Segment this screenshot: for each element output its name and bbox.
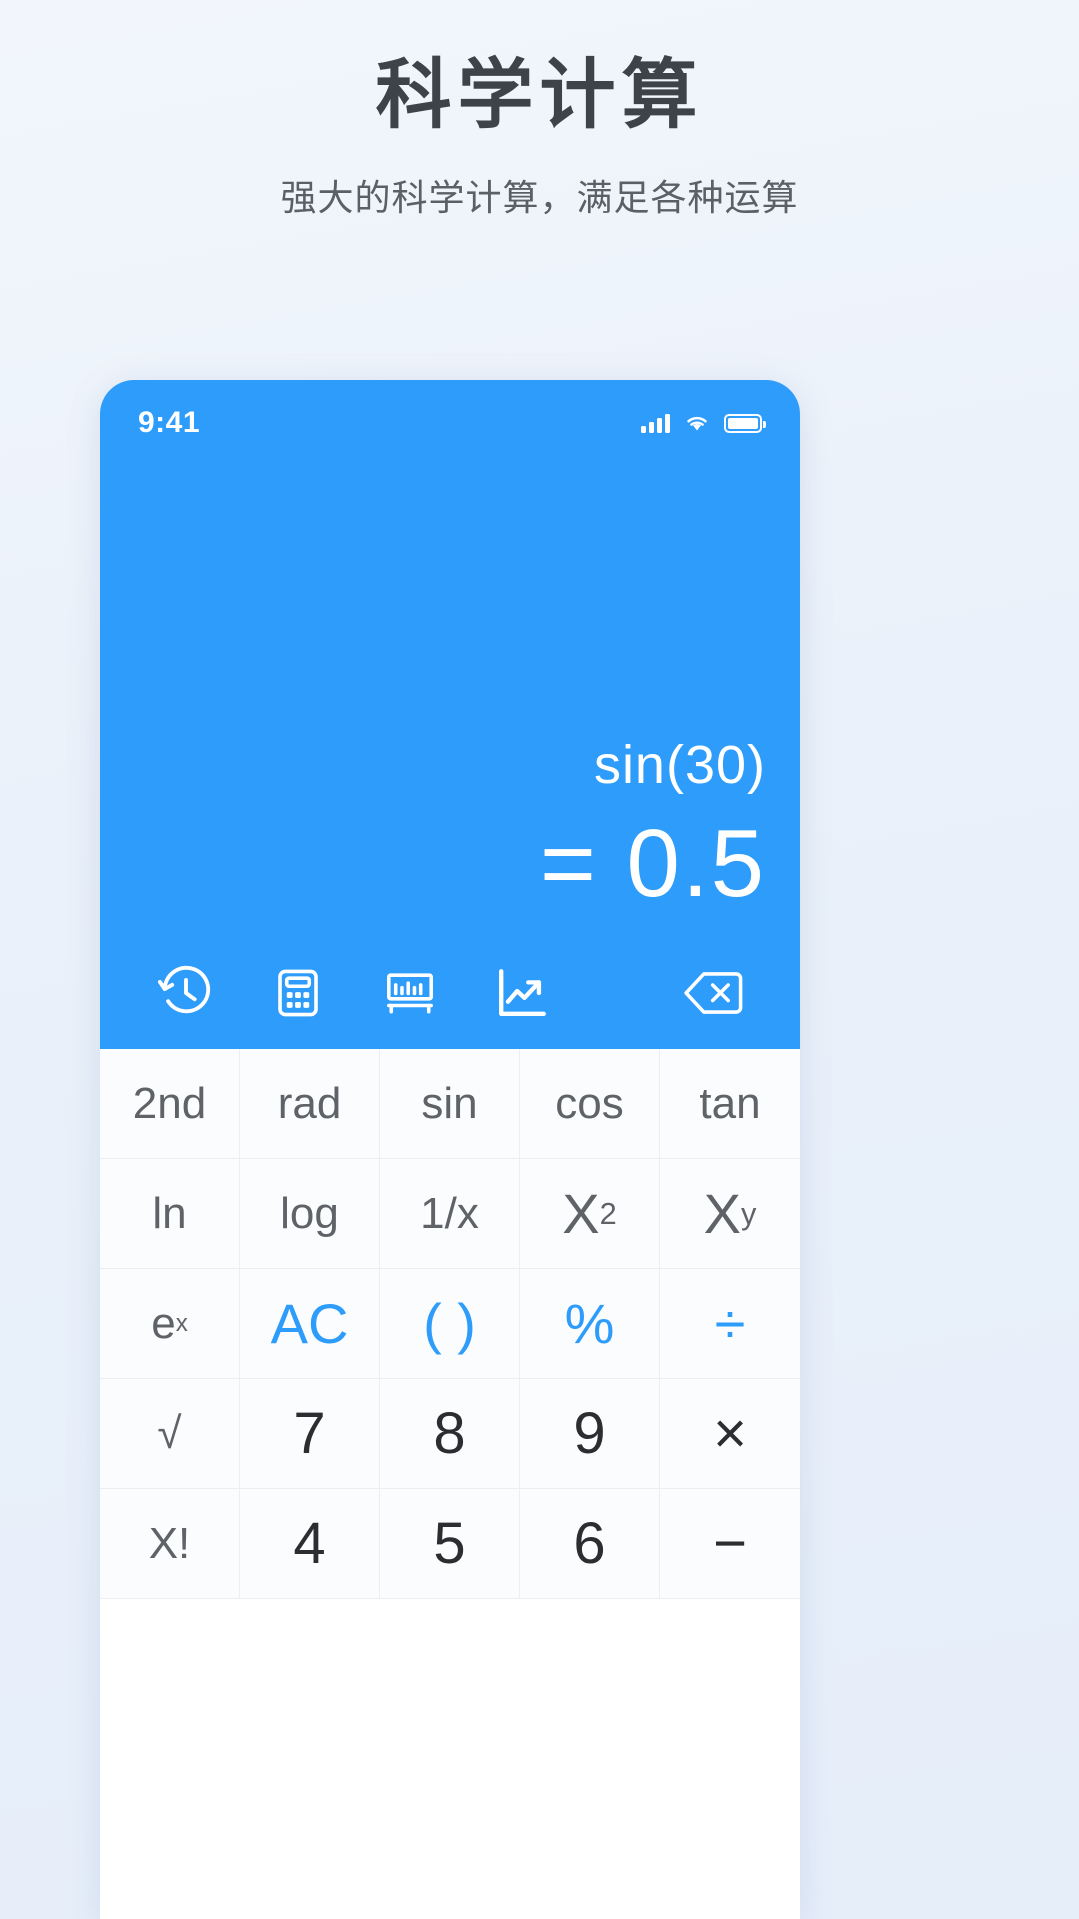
key-divide[interactable]: ÷: [660, 1269, 800, 1379]
status-bar: 9:41: [100, 380, 800, 450]
expression-area: sin(30) = 0.5: [100, 450, 800, 937]
key-ln[interactable]: ln: [100, 1159, 240, 1269]
page-title: 科学计算: [375, 53, 704, 138]
key-4[interactable]: 4: [240, 1489, 380, 1599]
signal-icon: [641, 413, 670, 433]
key-factorial[interactable]: X!: [100, 1489, 240, 1599]
display-toolbar: [100, 937, 800, 1049]
backspace-icon[interactable]: [658, 948, 770, 1038]
promo-header: 科学计算 强大的科学计算，满足各种运算: [0, 0, 1079, 221]
key-sqrt[interactable]: √: [100, 1379, 240, 1489]
key-cos[interactable]: cos: [520, 1049, 660, 1159]
battery-icon: [724, 413, 766, 433]
status-icons: [641, 413, 766, 433]
key-6[interactable]: 6: [520, 1489, 660, 1599]
key-x-squared[interactable]: X2: [520, 1159, 660, 1269]
key-e-power-x[interactable]: ex: [100, 1269, 240, 1379]
key-x-power-y-base: X: [703, 1182, 741, 1245]
wifi-icon: [684, 413, 710, 433]
chart-icon[interactable]: [466, 948, 578, 1038]
key-percent[interactable]: %: [520, 1269, 660, 1379]
key-2nd[interactable]: 2nd: [100, 1049, 240, 1159]
phone-mockup: 9:41 sin(30) = 0.5 2nd rad sin cos tan l…: [100, 380, 800, 1919]
status-time: 9:41: [138, 406, 201, 439]
result-text: = 0.5: [539, 810, 766, 918]
key-7[interactable]: 7: [240, 1379, 380, 1489]
ruler-icon[interactable]: [354, 948, 466, 1038]
page-subtitle: 强大的科学计算，满足各种运算: [280, 177, 799, 218]
key-rad[interactable]: rad: [240, 1049, 380, 1159]
key-parentheses[interactable]: ( ): [380, 1269, 520, 1379]
key-5[interactable]: 5: [380, 1489, 520, 1599]
key-minus[interactable]: −: [660, 1489, 800, 1599]
key-reciprocal[interactable]: 1/x: [380, 1159, 520, 1269]
calculator-display: 9:41 sin(30) = 0.5: [100, 380, 800, 1049]
key-sin[interactable]: sin: [380, 1049, 520, 1159]
expression-text: sin(30): [593, 735, 766, 796]
key-multiply[interactable]: ×: [660, 1379, 800, 1489]
key-log[interactable]: log: [240, 1159, 380, 1269]
history-icon[interactable]: [130, 948, 242, 1038]
key-x-power-y[interactable]: Xy: [660, 1159, 800, 1269]
key-8[interactable]: 8: [380, 1379, 520, 1489]
calculator-icon[interactable]: [242, 948, 354, 1038]
keypad: 2nd rad sin cos tan ln log 1/x X2 Xy ex …: [100, 1049, 800, 1599]
key-ac[interactable]: AC: [240, 1269, 380, 1379]
key-9[interactable]: 9: [520, 1379, 660, 1489]
key-x-squared-base: X: [562, 1182, 600, 1245]
key-tan[interactable]: tan: [660, 1049, 800, 1159]
key-e-power-x-base: e: [151, 1298, 176, 1348]
